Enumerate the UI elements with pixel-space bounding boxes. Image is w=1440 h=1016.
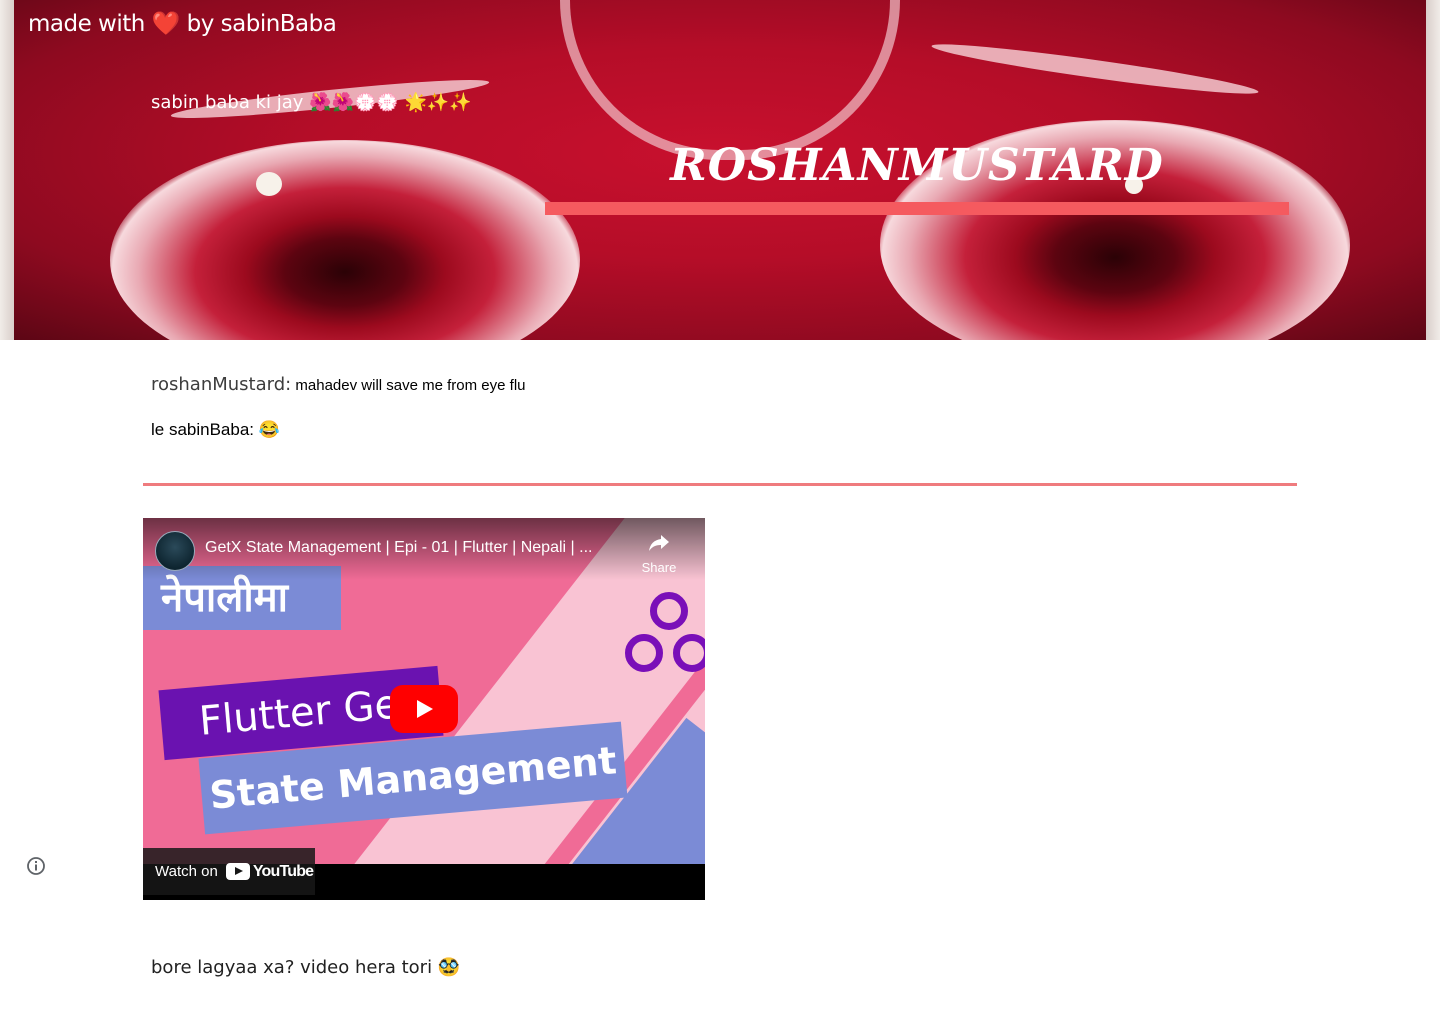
watch-on-youtube-button[interactable]: Watch on YouTube [143, 848, 315, 895]
youtube-wordmark: YouTube [252, 862, 314, 880]
made-with-credit: made with ❤️ by sabinBaba [28, 11, 337, 37]
banner-frame-left [0, 0, 14, 340]
site-tagline: sabin baba ki jay 🌺🌺💮💮 🌟✨✨ [151, 92, 472, 113]
banner-art-glint-left [256, 172, 282, 196]
banner-art-brow-right [930, 37, 1260, 101]
share-label: Share [641, 560, 677, 575]
youtube-logo: YouTube [225, 862, 314, 881]
play-button[interactable] [390, 685, 458, 733]
chat-message: mahadev will save me from eye flu [291, 377, 526, 394]
banner-frame-right [1426, 0, 1440, 340]
banner-art-third-eye [560, 0, 900, 160]
info-icon[interactable] [26, 856, 46, 876]
section-divider [143, 483, 1297, 486]
watch-on-label: Watch on [155, 863, 218, 880]
logo-ring [650, 592, 688, 630]
channel-avatar[interactable] [155, 531, 195, 571]
speaker-name: roshanMustard: [151, 374, 292, 395]
getx-logo-icon [623, 588, 705, 688]
hero-banner: made with ❤️ by sabinBaba sabin baba ki … [0, 0, 1440, 340]
title-underline-bar [545, 202, 1289, 215]
banner-art-eye-left [110, 140, 580, 340]
youtube-embed[interactable]: नेपालीमा Flutter Get State Management Ge… [143, 518, 705, 900]
bottom-message: bore lagyaa xa? video hera tori 🥸 [151, 957, 461, 978]
site-title: ROSHANMUSTARD [670, 140, 1164, 191]
logo-ring [625, 634, 663, 672]
chat-line-sabin: le sabinBaba: 😂 [151, 420, 280, 439]
share-button[interactable]: Share [637, 530, 681, 575]
youtube-icon [225, 863, 250, 880]
chat-line-roshan: roshanMustard: mahadev will save me from… [151, 374, 526, 395]
share-icon [649, 535, 669, 551]
logo-ring [673, 634, 705, 672]
video-title[interactable]: GetX State Management | Epi - 01 | Flutt… [205, 539, 625, 557]
